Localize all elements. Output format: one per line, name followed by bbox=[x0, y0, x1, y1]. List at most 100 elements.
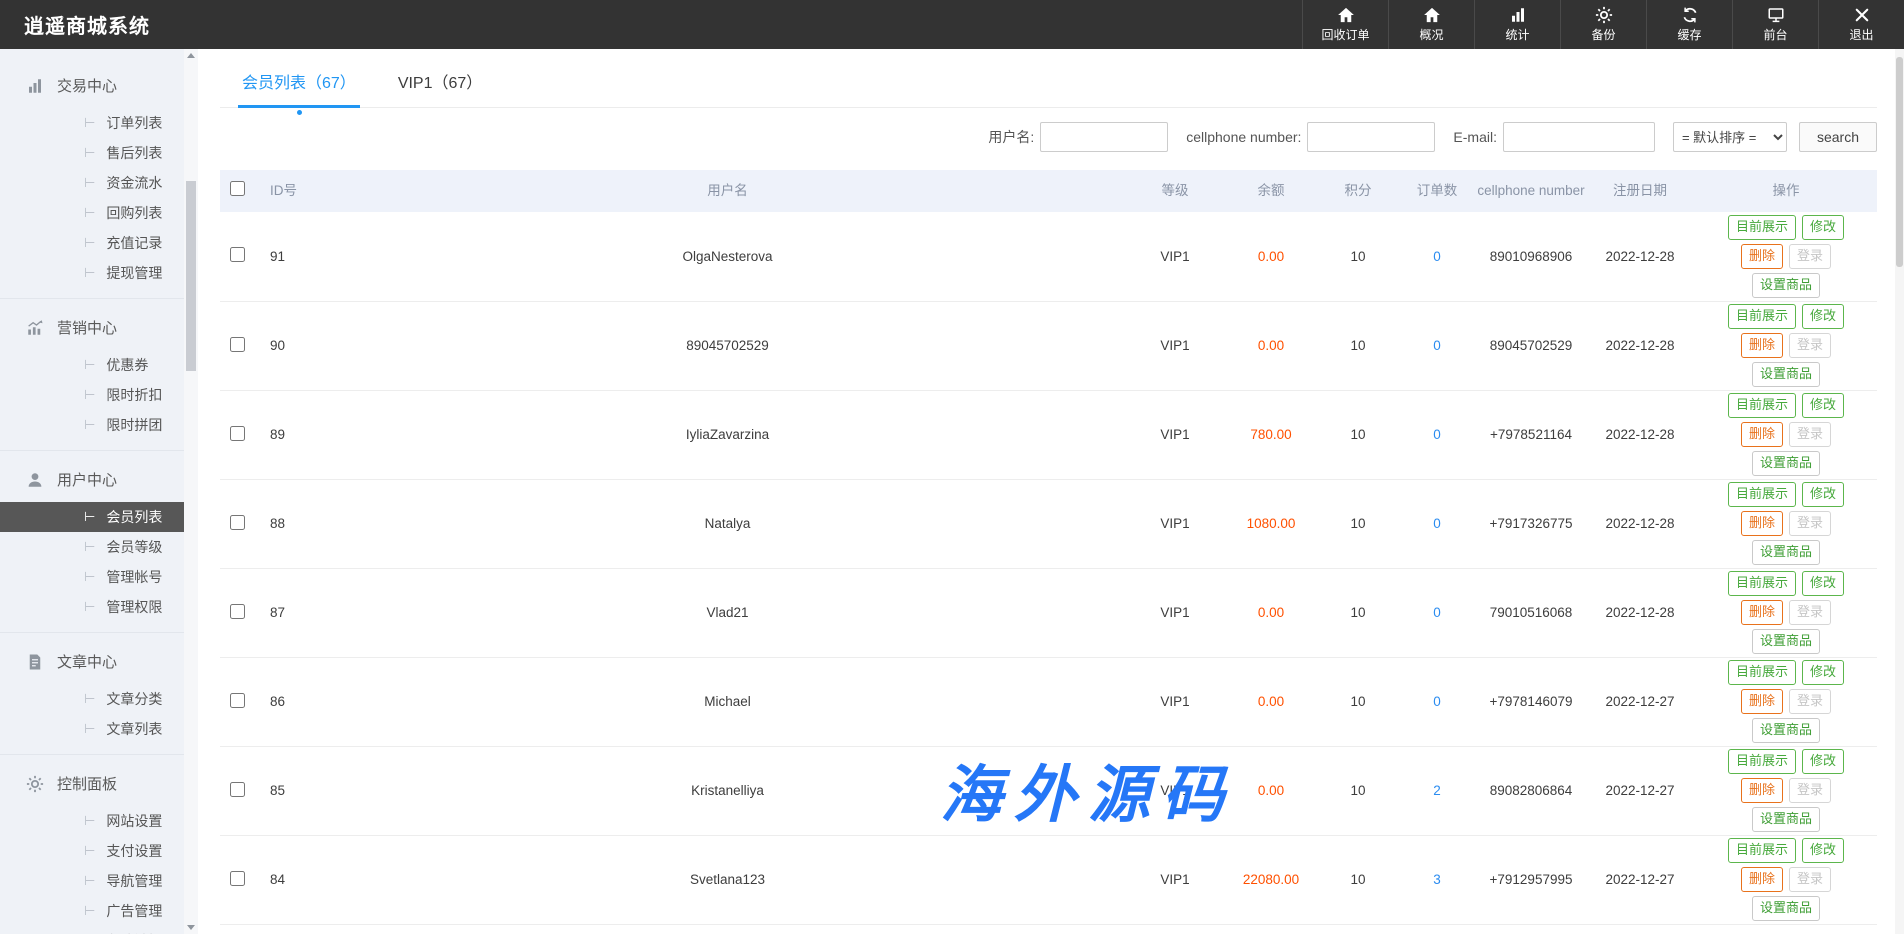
topbar-item-recycle-orders[interactable]: 回收订单 bbox=[1302, 0, 1388, 49]
set-products-button[interactable]: 设置商品 bbox=[1752, 451, 1820, 476]
sidebar-item-友情链接[interactable]: ⊢ 友情链接 bbox=[0, 926, 198, 934]
row-checkbox[interactable] bbox=[230, 426, 245, 441]
edit-button[interactable]: 修改 bbox=[1802, 660, 1844, 685]
delete-button[interactable]: 删除 bbox=[1741, 422, 1783, 447]
sidebar-scrollbar[interactable] bbox=[184, 49, 198, 934]
edit-button[interactable]: 修改 bbox=[1802, 749, 1844, 774]
show-button[interactable]: 目前展示 bbox=[1728, 215, 1796, 240]
sidebar-item-文章列表[interactable]: ⊢ 文章列表 bbox=[0, 714, 198, 744]
sidebar-item-订单列表[interactable]: ⊢ 订单列表 bbox=[0, 108, 198, 138]
sidebar-section-header[interactable]: 交易中心 bbox=[0, 63, 198, 108]
sidebar-item-广告管理[interactable]: ⊢ 广告管理 bbox=[0, 896, 198, 926]
sidebar-item-导航管理[interactable]: ⊢ 导航管理 bbox=[0, 866, 198, 896]
set-products-button[interactable]: 设置商品 bbox=[1752, 718, 1820, 743]
show-button[interactable]: 目前展示 bbox=[1728, 660, 1796, 685]
login-button[interactable]: 登录 bbox=[1789, 600, 1831, 625]
page-scroll-thumb[interactable] bbox=[1896, 57, 1903, 267]
delete-button[interactable]: 删除 bbox=[1741, 244, 1783, 269]
row-checkbox[interactable] bbox=[230, 871, 245, 886]
page-scrollbar[interactable] bbox=[1895, 49, 1904, 934]
login-button[interactable]: 登录 bbox=[1789, 778, 1831, 803]
tab-member-list[interactable]: 会员列表（67） bbox=[242, 69, 356, 107]
sort-select[interactable]: = 默认排序 = bbox=[1673, 122, 1787, 152]
delete-button[interactable]: 删除 bbox=[1741, 333, 1783, 358]
sidebar-item-回购列表[interactable]: ⊢ 回购列表 bbox=[0, 198, 198, 228]
sidebar-item-限时拼团[interactable]: ⊢ 限时拼团 bbox=[0, 410, 198, 440]
delete-button[interactable]: 删除 bbox=[1741, 511, 1783, 536]
orders-link[interactable]: 0 bbox=[1433, 338, 1441, 353]
show-button[interactable]: 目前展示 bbox=[1728, 838, 1796, 863]
set-products-button[interactable]: 设置商品 bbox=[1752, 896, 1820, 921]
sidebar-item-优惠券[interactable]: ⊢ 优惠券 bbox=[0, 350, 198, 380]
row-checkbox[interactable] bbox=[230, 515, 245, 530]
show-button[interactable]: 目前展示 bbox=[1728, 482, 1796, 507]
sidebar-item-售后列表[interactable]: ⊢ 售后列表 bbox=[0, 138, 198, 168]
login-button[interactable]: 登录 bbox=[1789, 244, 1831, 269]
edit-button[interactable]: 修改 bbox=[1802, 571, 1844, 596]
show-button[interactable]: 目前展示 bbox=[1728, 304, 1796, 329]
set-products-button[interactable]: 设置商品 bbox=[1752, 807, 1820, 832]
login-button[interactable]: 登录 bbox=[1789, 333, 1831, 358]
sidebar-item-会员等级[interactable]: ⊢ 会员等级 bbox=[0, 532, 198, 562]
sidebar-item-限时折扣[interactable]: ⊢ 限时折扣 bbox=[0, 380, 198, 410]
orders-link[interactable]: 2 bbox=[1433, 783, 1441, 798]
orders-link[interactable]: 0 bbox=[1433, 249, 1441, 264]
sidebar-item-文章分类[interactable]: ⊢ 文章分类 bbox=[0, 684, 198, 714]
login-button[interactable]: 登录 bbox=[1789, 689, 1831, 714]
topbar-item-cache[interactable]: 缓存 bbox=[1646, 0, 1732, 49]
edit-button[interactable]: 修改 bbox=[1802, 304, 1844, 329]
username-input[interactable] bbox=[1040, 122, 1168, 152]
show-button[interactable]: 目前展示 bbox=[1728, 749, 1796, 774]
sidebar-section-header[interactable]: 控制面板 bbox=[0, 761, 198, 806]
sidebar-section-header[interactable]: 营销中心 bbox=[0, 305, 198, 350]
topbar-item-overview[interactable]: 概况 bbox=[1388, 0, 1474, 49]
row-checkbox[interactable] bbox=[230, 604, 245, 619]
delete-button[interactable]: 删除 bbox=[1741, 689, 1783, 714]
topbar-item-backup[interactable]: 备份 bbox=[1560, 0, 1646, 49]
orders-link[interactable]: 0 bbox=[1433, 694, 1441, 709]
tab-vip1[interactable]: VIP1（67） bbox=[398, 69, 483, 107]
orders-link[interactable]: 0 bbox=[1433, 516, 1441, 531]
sidebar-item-管理帐号[interactable]: ⊢ 管理帐号 bbox=[0, 562, 198, 592]
set-products-button[interactable]: 设置商品 bbox=[1752, 629, 1820, 654]
topbar-item-logout[interactable]: 退出 bbox=[1818, 0, 1904, 49]
set-products-button[interactable]: 设置商品 bbox=[1752, 362, 1820, 387]
orders-link[interactable]: 0 bbox=[1433, 605, 1441, 620]
row-checkbox[interactable] bbox=[230, 247, 245, 262]
show-button[interactable]: 目前展示 bbox=[1728, 393, 1796, 418]
login-button[interactable]: 登录 bbox=[1789, 511, 1831, 536]
login-button[interactable]: 登录 bbox=[1789, 422, 1831, 447]
set-products-button[interactable]: 设置商品 bbox=[1752, 273, 1820, 298]
delete-button[interactable]: 删除 bbox=[1741, 778, 1783, 803]
scroll-up-icon[interactable] bbox=[184, 49, 198, 62]
delete-button[interactable]: 删除 bbox=[1741, 867, 1783, 892]
sidebar-item-提现管理[interactable]: ⊢ 提现管理 bbox=[0, 258, 198, 288]
show-button[interactable]: 目前展示 bbox=[1728, 571, 1796, 596]
search-button[interactable]: search bbox=[1799, 122, 1877, 152]
sidebar-item-支付设置[interactable]: ⊢ 支付设置 bbox=[0, 836, 198, 866]
topbar-item-frontend[interactable]: 前台 bbox=[1732, 0, 1818, 49]
sidebar-scroll-thumb[interactable] bbox=[186, 181, 196, 371]
sidebar-item-管理权限[interactable]: ⊢ 管理权限 bbox=[0, 592, 198, 622]
edit-button[interactable]: 修改 bbox=[1802, 215, 1844, 240]
edit-button[interactable]: 修改 bbox=[1802, 393, 1844, 418]
sidebar-item-充值记录[interactable]: ⊢ 充值记录 bbox=[0, 228, 198, 258]
sidebar-item-会员列表[interactable]: ⊢ 会员列表 bbox=[0, 502, 198, 532]
scroll-down-icon[interactable] bbox=[184, 921, 198, 934]
sidebar-section-header[interactable]: 用户中心 bbox=[0, 457, 198, 502]
delete-button[interactable]: 删除 bbox=[1741, 600, 1783, 625]
row-checkbox[interactable] bbox=[230, 782, 245, 797]
sidebar-item-网站设置[interactable]: ⊢ 网站设置 bbox=[0, 806, 198, 836]
orders-link[interactable]: 0 bbox=[1433, 427, 1441, 442]
orders-link[interactable]: 3 bbox=[1433, 872, 1441, 887]
edit-button[interactable]: 修改 bbox=[1802, 838, 1844, 863]
set-products-button[interactable]: 设置商品 bbox=[1752, 540, 1820, 565]
select-all-checkbox[interactable] bbox=[230, 181, 245, 196]
row-checkbox[interactable] bbox=[230, 337, 245, 352]
sidebar-section-header[interactable]: 文章中心 bbox=[0, 639, 198, 684]
login-button[interactable]: 登录 bbox=[1789, 867, 1831, 892]
row-checkbox[interactable] bbox=[230, 693, 245, 708]
topbar-item-statistics[interactable]: 统计 bbox=[1474, 0, 1560, 49]
email-input[interactable] bbox=[1503, 122, 1655, 152]
sidebar-item-资金流水[interactable]: ⊢ 资金流水 bbox=[0, 168, 198, 198]
